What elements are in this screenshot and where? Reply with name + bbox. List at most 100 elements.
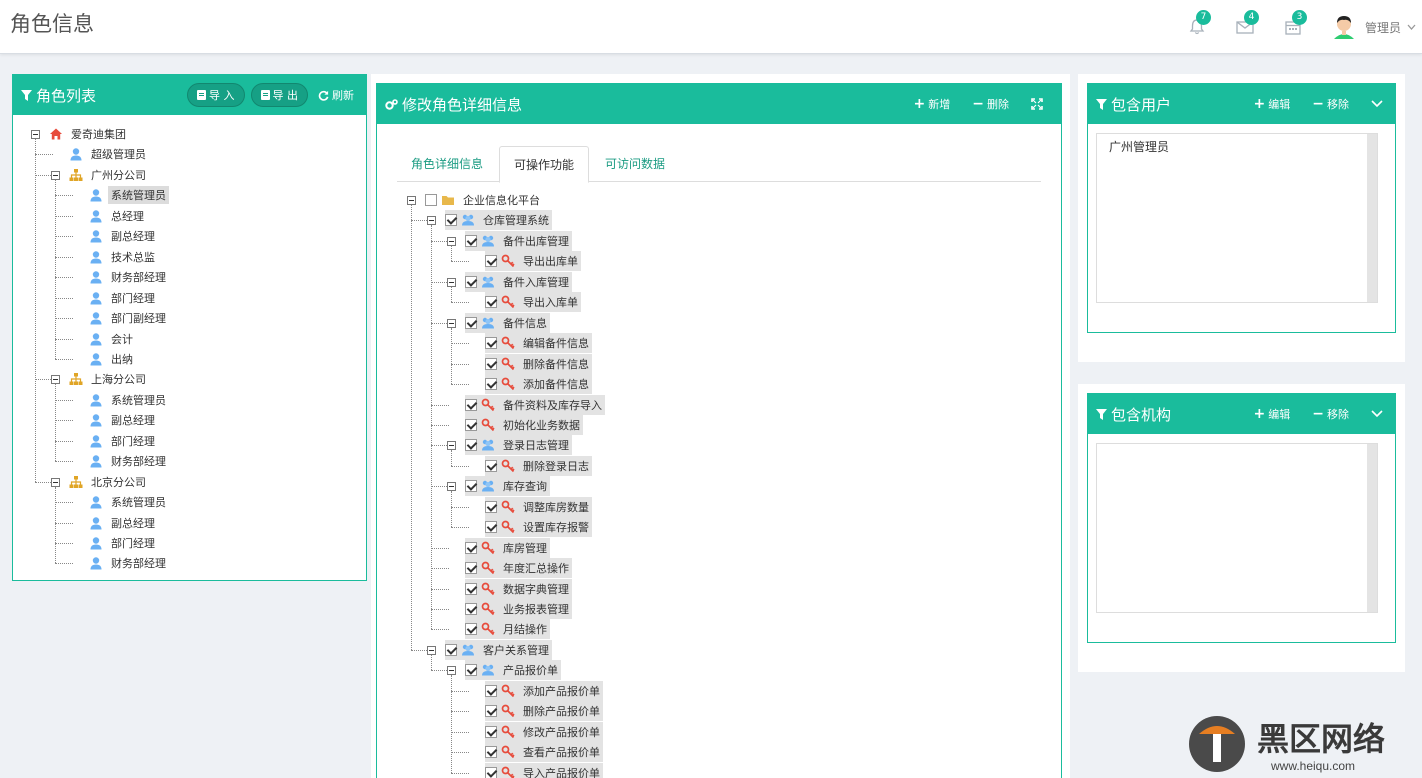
tree-node[interactable]: 副总经理 xyxy=(89,410,158,430)
tree-checkbox[interactable] xyxy=(465,316,477,329)
collapse-toggle[interactable] xyxy=(407,196,416,205)
tree-node[interactable]: 导出出库单 xyxy=(485,251,581,272)
tree-node[interactable]: 副总经理 xyxy=(89,513,158,533)
tree-checkbox[interactable] xyxy=(445,214,457,227)
tree-node[interactable]: 备件信息 xyxy=(465,312,550,333)
tree-checkbox[interactable] xyxy=(465,562,477,575)
tree-checkbox[interactable] xyxy=(465,603,477,615)
tree-node[interactable]: 副总经理 xyxy=(89,226,158,246)
collapse-toggle[interactable] xyxy=(447,441,456,451)
tree-node[interactable]: 出纳 xyxy=(89,349,136,369)
edit-org-button[interactable]: + 编辑 xyxy=(1250,406,1295,422)
tree-node[interactable]: 库房管理 xyxy=(465,537,550,558)
collapse-toggle[interactable] xyxy=(51,170,60,180)
tree-checkbox[interactable] xyxy=(485,296,497,309)
tree-node[interactable]: 删除产品报价单 xyxy=(485,701,603,722)
tree-node[interactable]: 总经理 xyxy=(89,206,147,226)
tree-node[interactable]: 技术总监 xyxy=(89,247,158,267)
tree-node[interactable]: 删除备件信息 xyxy=(485,353,592,374)
tree-checkbox[interactable] xyxy=(465,234,477,247)
add-button[interactable]: + 新增 xyxy=(910,96,955,112)
tree-node[interactable]: 系统管理员 xyxy=(89,492,169,512)
tree-checkbox[interactable] xyxy=(465,623,477,636)
tree-node[interactable]: 查看产品报价单 xyxy=(485,742,603,763)
collapse-toggle[interactable] xyxy=(427,216,436,226)
tree-node[interactable]: 仓库管理系统 xyxy=(445,210,552,231)
tree-node[interactable]: 业务报表管理 xyxy=(465,599,572,619)
tree-node[interactable]: 添加备件信息 xyxy=(485,374,592,395)
tree-checkbox[interactable] xyxy=(485,725,497,738)
scrollbar[interactable] xyxy=(1367,134,1377,302)
tree-checkbox[interactable] xyxy=(465,439,477,452)
collapse-toggle[interactable] xyxy=(447,318,456,328)
tree-node[interactable]: 备件出库管理 xyxy=(465,230,572,251)
export-button[interactable]: 导 出 xyxy=(250,83,308,107)
users-list[interactable]: 广州管理员 xyxy=(1096,133,1378,303)
tab-data-access[interactable]: 可访问数据 xyxy=(591,146,679,182)
tree-checkbox[interactable] xyxy=(485,521,497,534)
list-item[interactable]: 广州管理员 xyxy=(1109,138,1169,155)
collapse-toggle[interactable] xyxy=(31,130,40,139)
tree-checkbox[interactable] xyxy=(465,398,477,411)
tab-role-detail[interactable]: 角色详细信息 xyxy=(397,146,497,182)
scrollbar[interactable] xyxy=(1367,444,1377,612)
tree-checkbox[interactable] xyxy=(485,705,497,718)
tree-checkbox[interactable] xyxy=(465,275,477,288)
tree-node[interactable]: 编辑备件信息 xyxy=(485,333,592,354)
tree-node[interactable]: 调整库房数量 xyxy=(485,496,592,517)
tree-node[interactable]: 财务部经理 xyxy=(89,451,169,471)
tree-node[interactable]: 备件入库管理 xyxy=(465,271,572,292)
notifications-button[interactable]: 7 xyxy=(1173,0,1221,54)
delete-button[interactable]: − 删除 xyxy=(968,96,1013,112)
tree-node[interactable]: 系统管理员 xyxy=(89,390,169,410)
tree-checkbox[interactable] xyxy=(485,337,497,350)
tree-node[interactable]: 数据字典管理 xyxy=(465,578,572,599)
tree-checkbox[interactable] xyxy=(485,255,497,268)
collapse-toggle[interactable] xyxy=(51,375,60,385)
tree-node[interactable]: 设置库存报警 xyxy=(485,517,592,538)
calendar-button[interactable]: 3 xyxy=(1269,0,1317,54)
user-menu[interactable]: 管理员 xyxy=(1317,0,1422,54)
tree-node[interactable]: 年度汇总操作 xyxy=(465,558,572,579)
tree-node[interactable]: 财务部经理 xyxy=(89,553,169,573)
tree-checkbox[interactable] xyxy=(485,500,497,513)
tree-node[interactable]: 部门经理 xyxy=(89,288,158,308)
tree-checkbox[interactable] xyxy=(465,582,477,595)
tree-node[interactable]: 爱奇迪集团 xyxy=(49,124,129,144)
tree-node[interactable]: 企业信息化平台 xyxy=(425,190,543,210)
fullscreen-button[interactable] xyxy=(1027,98,1047,110)
tree-node[interactable]: 部门副经理 xyxy=(89,308,169,328)
tree-node[interactable]: 部门经理 xyxy=(89,431,158,451)
tree-checkbox[interactable] xyxy=(485,357,497,370)
tree-checkbox[interactable] xyxy=(485,766,497,778)
tree-node[interactable]: 月结操作 xyxy=(465,619,550,640)
collapse-toggle[interactable] xyxy=(447,666,456,676)
tree-node[interactable]: 北京分公司 xyxy=(69,472,149,492)
tree-node[interactable]: 登录日志管理 xyxy=(465,435,572,456)
tree-node[interactable]: 上海分公司 xyxy=(69,369,149,389)
tree-node[interactable]: 库存查询 xyxy=(465,476,550,497)
tree-checkbox[interactable] xyxy=(465,418,477,431)
tree-node[interactable]: 广州分公司 xyxy=(69,165,149,185)
tree-checkbox[interactable] xyxy=(465,480,477,493)
tree-checkbox[interactable] xyxy=(465,541,477,554)
edit-users-button[interactable]: + 编辑 xyxy=(1250,96,1295,112)
tree-node[interactable]: 超级管理员 xyxy=(69,144,149,164)
tree-node[interactable]: 会计 xyxy=(89,329,136,349)
tree-node[interactable]: 删除登录日志 xyxy=(485,455,592,476)
tree-checkbox[interactable] xyxy=(485,684,497,697)
tree-node[interactable]: 导入产品报价单 xyxy=(485,762,603,778)
tree-node[interactable]: 添加产品报价单 xyxy=(485,680,603,701)
remove-users-button[interactable]: − 移除 xyxy=(1308,96,1353,112)
tree-checkbox[interactable] xyxy=(465,664,477,677)
tree-node[interactable]: 导出入库单 xyxy=(485,292,581,313)
tree-node[interactable]: 财务部经理 xyxy=(89,267,169,287)
collapse-org-button[interactable] xyxy=(1367,410,1387,418)
tree-node[interactable]: 客户关系管理 xyxy=(445,639,552,660)
tree-node[interactable]: 系统管理员 xyxy=(89,185,169,205)
import-button[interactable]: 导 入 xyxy=(187,83,245,107)
tree-checkbox[interactable] xyxy=(425,194,437,206)
collapse-toggle[interactable] xyxy=(447,277,456,287)
tree-checkbox[interactable] xyxy=(445,643,457,656)
tree-checkbox[interactable] xyxy=(485,459,497,472)
